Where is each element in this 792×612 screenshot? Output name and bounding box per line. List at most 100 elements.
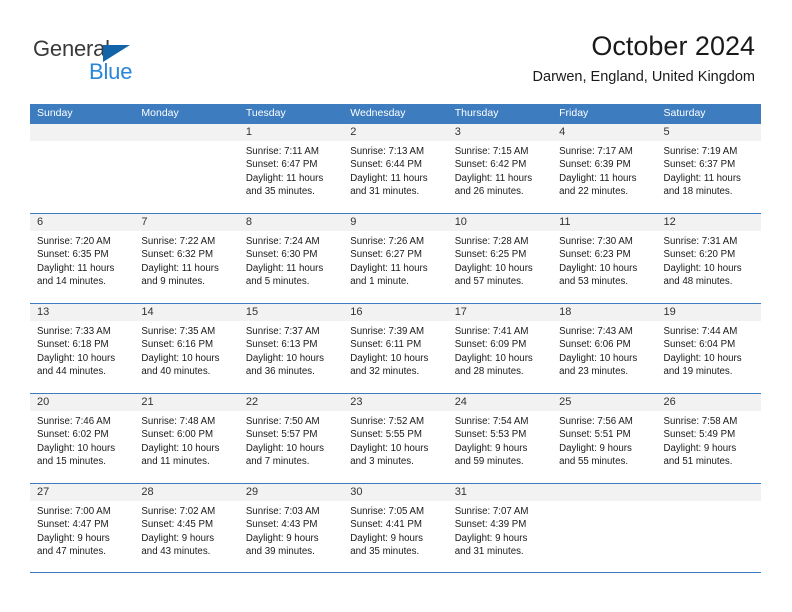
daylight-text-line2: and 1 minute. <box>350 275 409 287</box>
calendar-day-cell-empty <box>656 484 761 572</box>
calendar-day-cell[interactable]: 23 Sunrise: 7:52 AM Sunset: 5:55 PM Dayligh… <box>343 394 448 483</box>
day-number: 19 <box>656 304 761 321</box>
calendar-day-cell[interactable]: 14 Sunrise: 7:35 AM Sunset: 6:16 PM Dayligh… <box>134 304 239 393</box>
calendar-day-cell[interactable]: 13 Sunrise: 7:33 AM Sunset: 6:18 PM Dayligh… <box>30 304 135 393</box>
weekday-header-wednesday: Wednesday <box>350 107 406 119</box>
sunset-text: Sunset: 5:53 PM <box>454 429 527 441</box>
daylight-text-line2: and 55 minutes. <box>559 455 629 467</box>
sunrise-text: Sunrise: 7:46 AM <box>37 416 111 427</box>
daylight-text-line2: and 57 minutes. <box>454 275 524 287</box>
sunrise-text: Sunrise: 7:00 AM <box>37 506 111 517</box>
calendar-day-cell[interactable]: 3 Sunrise: 7:15 AM Sunset: 6:42 PM Daylight… <box>447 124 553 213</box>
daylight-text-line1: Daylight: 10 hours <box>454 262 533 274</box>
weekday-header-friday: Friday <box>559 107 589 119</box>
calendar-day-cell[interactable]: 27 Sunrise: 7:00 AM Sunset: 4:47 PM Dayligh… <box>30 484 135 572</box>
daylight-text-line1: Daylight: 9 hours <box>454 442 528 454</box>
day-number: 6 <box>30 214 135 231</box>
daylight-text-line1: Daylight: 9 hours <box>454 532 528 544</box>
calendar-day-cell[interactable]: 15 Sunrise: 7:37 AM Sunset: 6:13 PM Dayligh… <box>238 304 344 393</box>
calendar-day-cell[interactable]: 28 Sunrise: 7:02 AM Sunset: 4:45 PM Dayligh… <box>134 484 239 572</box>
day-number: 29 <box>238 484 344 501</box>
daylight-text-line2: and 35 minutes. <box>350 545 420 557</box>
sunset-text: Sunset: 6:11 PM <box>350 339 422 351</box>
calendar-day-cell[interactable]: 6 Sunrise: 7:20 AM Sunset: 6:35 PM Daylight… <box>30 214 135 303</box>
calendar-day-cell[interactable]: 17 Sunrise: 7:41 AM Sunset: 6:09 PM Dayligh… <box>447 304 553 393</box>
calendar-day-cell[interactable]: 31 Sunrise: 7:07 AM Sunset: 4:39 PM Dayligh… <box>447 484 553 572</box>
day-number: 1 <box>238 124 344 141</box>
calendar-day-cell[interactable]: 19 Sunrise: 7:44 AM Sunset: 6:04 PM Dayligh… <box>656 304 761 393</box>
calendar-day-cell[interactable]: 2 Sunrise: 7:13 AM Sunset: 6:44 PM Daylight… <box>343 124 448 213</box>
daylight-text-line1: Daylight: 11 hours <box>141 262 219 274</box>
page-header: General Blue October 2024 Darwen, Englan… <box>0 0 792 100</box>
day-details: Sunrise: 7:35 AM Sunset: 6:16 PM Daylight:… <box>134 321 238 378</box>
daylight-text-line2: and 7 minutes. <box>245 455 310 467</box>
day-details: Sunrise: 7:24 AM Sunset: 6:30 PM Daylight:… <box>239 231 343 288</box>
calendar-day-cell[interactable]: 30 Sunrise: 7:05 AM Sunset: 4:41 PM Dayligh… <box>343 484 448 572</box>
weekday-header-tuesday: Tuesday <box>245 107 286 119</box>
calendar-day-cell[interactable]: 24 Sunrise: 7:54 AM Sunset: 5:53 PM Dayligh… <box>447 394 553 483</box>
calendar-day-cell[interactable]: 26 Sunrise: 7:58 AM Sunset: 5:49 PM Dayligh… <box>656 394 761 483</box>
weekday-header-sunday: Sunday <box>37 107 73 119</box>
calendar-day-cell[interactable]: 10 Sunrise: 7:28 AM Sunset: 6:25 PM Dayligh… <box>447 214 553 303</box>
day-details: Sunrise: 7:43 AM Sunset: 6:06 PM Daylight:… <box>552 321 656 378</box>
daylight-text-line1: Daylight: 11 hours <box>245 172 324 184</box>
title-block: October 2024 Darwen, England, United Kin… <box>533 30 755 86</box>
daylight-text-line1: Daylight: 10 hours <box>559 352 638 364</box>
day-number: 4 <box>552 124 657 141</box>
calendar-day-cell[interactable]: 7 Sunrise: 7:22 AM Sunset: 6:32 PM Daylight… <box>134 214 239 303</box>
sunset-text: Sunset: 6:00 PM <box>141 429 214 441</box>
daylight-text-line2: and 35 minutes. <box>245 185 315 197</box>
daylight-text-line1: Daylight: 10 hours <box>245 442 324 454</box>
calendar-day-cell[interactable]: 21 Sunrise: 7:48 AM Sunset: 6:00 PM Dayligh… <box>134 394 239 483</box>
daylight-text-line1: Daylight: 10 hours <box>37 352 116 364</box>
calendar-day-cell[interactable]: 8 Sunrise: 7:24 AM Sunset: 6:30 PM Daylight… <box>238 214 344 303</box>
sunrise-text: Sunrise: 7:56 AM <box>559 416 633 427</box>
calendar-day-cell[interactable]: 29 Sunrise: 7:03 AM Sunset: 4:43 PM Dayligh… <box>238 484 344 572</box>
day-number: 28 <box>134 484 239 501</box>
calendar-day-cell[interactable]: 22 Sunrise: 7:50 AM Sunset: 5:57 PM Dayligh… <box>238 394 344 483</box>
calendar-day-cell[interactable]: 11 Sunrise: 7:30 AM Sunset: 6:23 PM Dayligh… <box>552 214 657 303</box>
sunrise-text: Sunrise: 7:37 AM <box>245 326 320 337</box>
day-number: 9 <box>343 214 448 231</box>
calendar-day-cell[interactable]: 4 Sunrise: 7:17 AM Sunset: 6:39 PM Daylight… <box>552 124 657 213</box>
day-details: Sunrise: 7:15 AM Sunset: 6:42 PM Daylight:… <box>448 141 552 198</box>
general-blue-logo[interactable]: General Blue <box>33 38 213 88</box>
sunset-text: Sunset: 6:06 PM <box>559 339 631 351</box>
sunrise-text: Sunrise: 7:54 AM <box>454 416 529 427</box>
daylight-text-line1: Daylight: 11 hours <box>350 262 428 274</box>
day-details: Sunrise: 7:03 AM Sunset: 4:43 PM Daylight:… <box>239 501 343 558</box>
sunrise-text: Sunrise: 7:52 AM <box>350 416 425 427</box>
sunrise-text: Sunrise: 7:43 AM <box>559 326 633 337</box>
day-number: 20 <box>30 394 135 411</box>
sunset-text: Sunset: 5:49 PM <box>663 429 736 441</box>
daylight-text-line1: Daylight: 10 hours <box>559 262 638 274</box>
daylight-text-line1: Daylight: 9 hours <box>350 532 423 544</box>
day-details: Sunrise: 7:19 AM Sunset: 6:37 PM Daylight:… <box>657 141 761 198</box>
daylight-text-line1: Daylight: 10 hours <box>245 352 324 364</box>
sunset-text: Sunset: 5:57 PM <box>245 429 318 441</box>
day-number <box>552 484 657 501</box>
sunrise-text: Sunrise: 7:24 AM <box>245 236 320 247</box>
sunrise-text: Sunrise: 7:02 AM <box>141 506 216 517</box>
day-details: Sunrise: 7:48 AM Sunset: 6:00 PM Daylight:… <box>134 411 238 468</box>
calendar-day-cell[interactable]: 1 Sunrise: 7:11 AM Sunset: 6:47 PM Daylight… <box>238 124 344 213</box>
day-details: Sunrise: 7:58 AM Sunset: 5:49 PM Daylight:… <box>657 411 761 468</box>
day-number <box>656 484 761 501</box>
daylight-text-line2: and 40 minutes. <box>141 365 211 377</box>
day-details: Sunrise: 7:00 AM Sunset: 4:47 PM Daylight:… <box>30 501 134 558</box>
sunset-text: Sunset: 6:16 PM <box>141 339 214 351</box>
calendar-day-cell[interactable]: 18 Sunrise: 7:43 AM Sunset: 6:06 PM Dayligh… <box>552 304 657 393</box>
day-number: 8 <box>238 214 344 231</box>
calendar-day-cell[interactable]: 9 Sunrise: 7:26 AM Sunset: 6:27 PM Daylight… <box>343 214 448 303</box>
calendar-day-cell[interactable]: 12 Sunrise: 7:31 AM Sunset: 6:20 PM Dayligh… <box>656 214 761 303</box>
sunrise-text: Sunrise: 7:50 AM <box>245 416 320 427</box>
sunset-text: Sunset: 6:30 PM <box>245 249 318 261</box>
sunset-text: Sunset: 6:20 PM <box>663 249 736 261</box>
calendar-day-cell[interactable]: 25 Sunrise: 7:56 AM Sunset: 5:51 PM Dayligh… <box>552 394 657 483</box>
sunset-text: Sunset: 6:37 PM <box>663 159 736 171</box>
calendar-day-cell[interactable]: 5 Sunrise: 7:19 AM Sunset: 6:37 PM Daylight… <box>656 124 761 213</box>
day-number: 21 <box>134 394 239 411</box>
day-number: 24 <box>447 394 553 411</box>
calendar-day-cell[interactable]: 16 Sunrise: 7:39 AM Sunset: 6:11 PM Dayligh… <box>343 304 448 393</box>
calendar-day-cell[interactable]: 20 Sunrise: 7:46 AM Sunset: 6:02 PM Dayligh… <box>30 394 135 483</box>
